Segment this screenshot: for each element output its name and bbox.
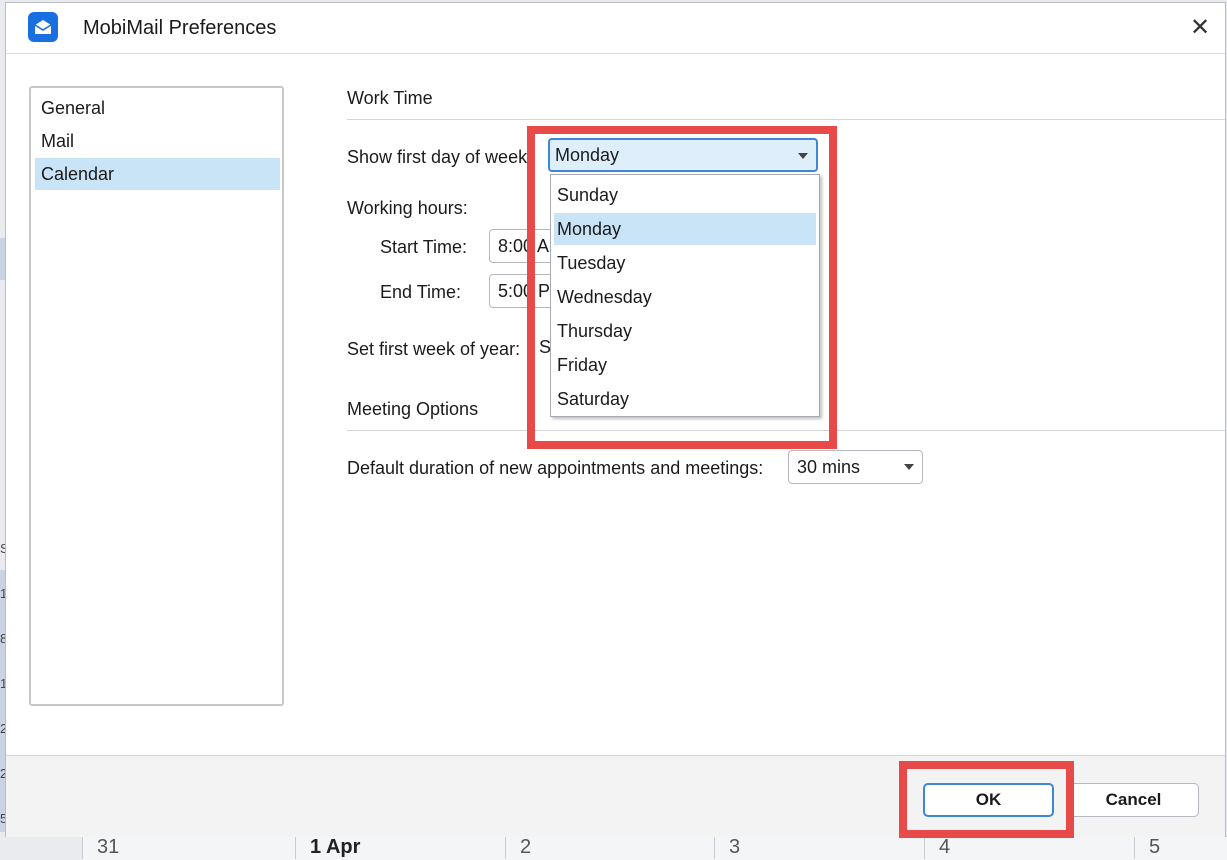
section-title-work-time: Work Time [347, 88, 433, 108]
section-title-meeting-options: Meeting Options [347, 399, 479, 419]
first-day-of-week-label: Show first day of week [347, 147, 528, 167]
sidebar-item-mail[interactable]: Mail [35, 125, 280, 157]
background-calendar-cell: 31 [82, 836, 295, 859]
mail-envelope-icon [28, 12, 58, 42]
category-list: General Mail Calendar [29, 86, 284, 706]
close-icon[interactable]: ✕ [1183, 11, 1217, 45]
sidebar-item-general[interactable]: General [35, 92, 280, 124]
background-calendar-cell: 2 [505, 836, 715, 859]
background-calendar-cell: 5 [1134, 836, 1227, 859]
working-hours-label: Working hours: [347, 198, 468, 218]
highlight-box-ok [899, 761, 1074, 838]
background-calendar-cell: 1 Apr [295, 836, 510, 859]
sidebar-item-calendar[interactable]: Calendar [35, 158, 280, 190]
title-bar[interactable]: MobiMail Preferences ✕ [6, 3, 1225, 54]
chevron-down-icon [904, 464, 914, 470]
section-divider [347, 119, 1225, 120]
default-duration-label: Default duration of new appointments and… [347, 458, 764, 478]
background-calendar-cell: 3 [714, 836, 924, 859]
start-time-label: Start Time: [380, 237, 468, 257]
cancel-button[interactable]: Cancel [1068, 783, 1199, 817]
end-time-label: End Time: [380, 282, 462, 302]
first-week-of-year-label: Set first week of year: [347, 339, 521, 359]
default-duration-select[interactable]: 30 mins [788, 450, 923, 484]
window-title: MobiMail Preferences [83, 17, 277, 39]
background-calendar-cell: 4 [924, 836, 1134, 859]
default-duration-value: 30 mins [797, 457, 861, 477]
highlight-box-dropdown [527, 126, 837, 449]
